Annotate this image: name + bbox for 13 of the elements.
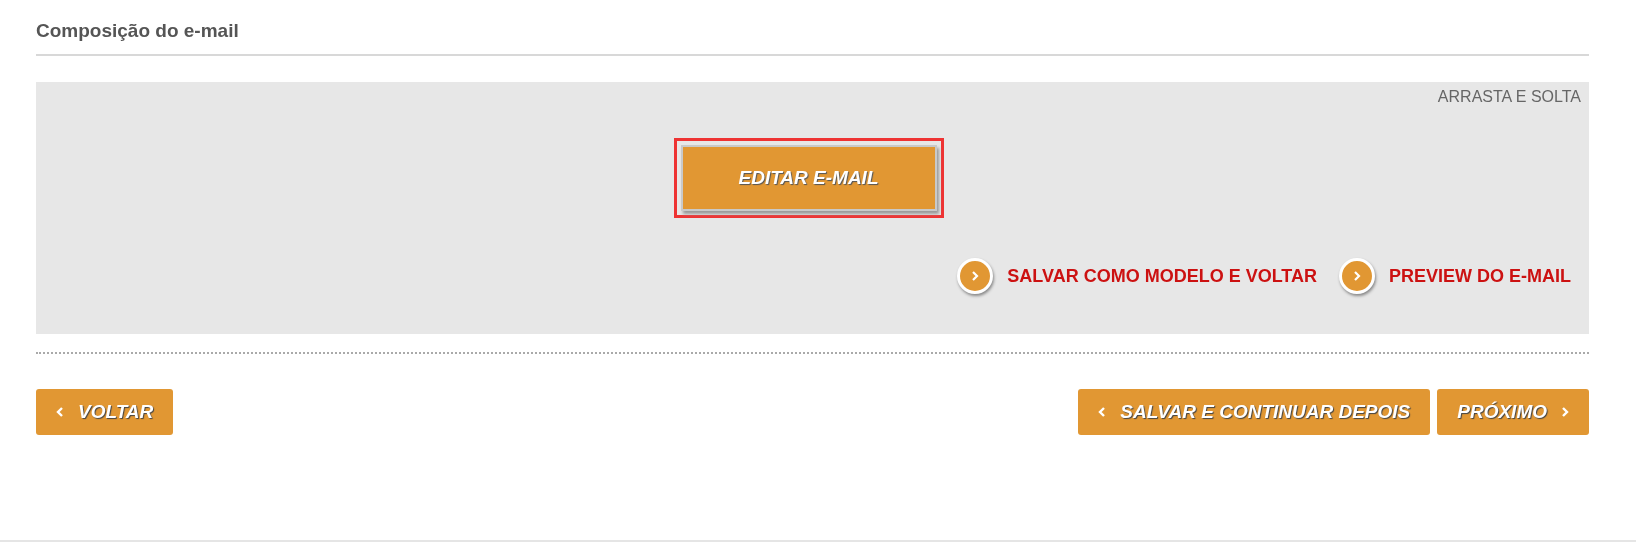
save-later-button[interactable]: SALVAR E CONTINUAR DEPOIS — [1078, 389, 1431, 435]
edit-email-button[interactable]: EDITAR E-MAIL — [680, 145, 937, 211]
chevron-right-icon — [957, 258, 994, 294]
chevron-right-icon — [1339, 258, 1375, 294]
panel-link[interactable]: PREVIEW DO E-MAIL — [1389, 265, 1571, 287]
section-title: Composição do e-mail — [36, 20, 1589, 56]
chevron-left-icon — [1098, 406, 1107, 418]
back-button[interactable]: VOLTAR — [36, 389, 174, 435]
mode-label: ARRASTA E SOLTA — [1437, 88, 1581, 106]
chevron-left-icon — [56, 406, 64, 418]
chevron-right-icon — [1561, 406, 1569, 418]
panel-link[interactable]: SALVAR COMO MODELO E VOLTAR — [1007, 265, 1317, 287]
next-button[interactable]: PRÓXIMO — [1437, 389, 1589, 435]
